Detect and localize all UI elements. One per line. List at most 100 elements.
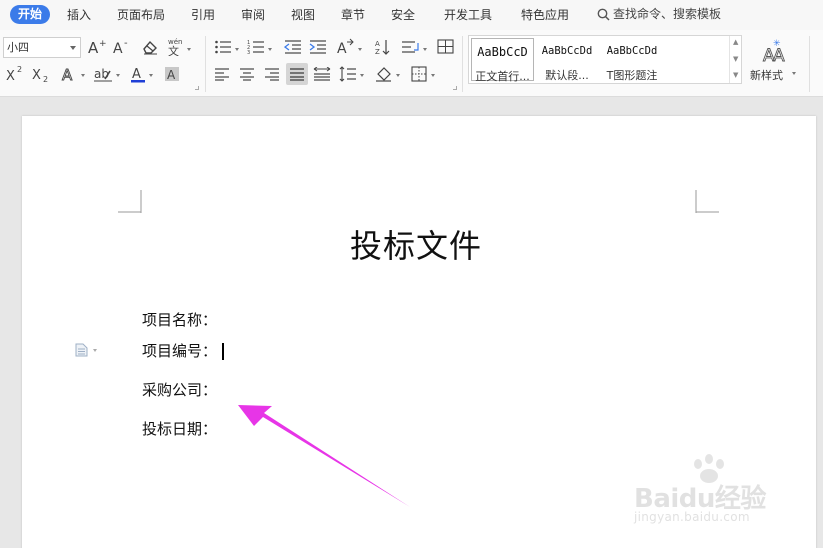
ribbon-toolbar: 小四 A + A- wén 文 X2 X2 A ab A A 123 A A Z… — [0, 30, 823, 97]
decrease-font-button[interactable]: A- — [112, 37, 132, 57]
distributed-align-icon — [313, 67, 331, 81]
chevron-down-icon — [149, 74, 153, 77]
svg-text:A: A — [132, 67, 141, 82]
tab-references[interactable]: 引用 — [191, 7, 215, 23]
text-cursor — [222, 343, 224, 360]
font-size-value: 小四 — [7, 41, 29, 54]
decrease-indent-button[interactable] — [283, 37, 303, 57]
align-left-icon — [215, 68, 229, 81]
style-figure-caption[interactable]: AaBbCcDd T图形题注 — [600, 38, 664, 82]
baidu-watermark: Baidu经验 jingyan.baidu.com — [632, 454, 802, 530]
subscript-button[interactable]: X2 — [31, 64, 51, 84]
chinese-layout-button[interactable]: A — [336, 37, 356, 57]
style-sample: AaBbCcD — [477, 45, 528, 59]
chevron-down-icon — [360, 74, 364, 77]
align-center-button[interactable] — [237, 64, 257, 84]
svg-text:2: 2 — [17, 65, 22, 74]
bid-date-line[interactable]: 投标日期： — [142, 418, 217, 439]
tab-security[interactable]: 安全 — [391, 7, 415, 23]
project-number-line[interactable]: 项目编号： — [142, 340, 217, 361]
tab-page-layout[interactable]: 页面布局 — [117, 7, 165, 23]
purchasing-company-line[interactable]: 采购公司： — [142, 379, 217, 400]
chevron-down-icon — [431, 74, 435, 77]
chevron-down-icon — [187, 48, 191, 51]
chevron-down-icon — [70, 46, 76, 50]
watermark-url: jingyan.baidu.com — [634, 510, 750, 524]
new-style-button[interactable]: A A ✳ 新样式 — [750, 38, 800, 88]
line-spacing-icon — [339, 66, 356, 82]
style-default-paragraph[interactable]: AaBbCcDd 默认段... — [535, 38, 599, 82]
font-color-button[interactable]: A — [128, 64, 148, 84]
text-effect-button[interactable]: A — [59, 64, 79, 84]
chevron-down-icon[interactable]: ▼ — [733, 55, 738, 63]
style-name: T图形题注 — [606, 69, 658, 82]
sort-button[interactable]: AZ — [373, 37, 393, 57]
justify-button[interactable] — [286, 63, 308, 85]
svg-text:A: A — [337, 41, 347, 56]
ribbon-separator — [205, 36, 206, 92]
align-right-button[interactable] — [262, 64, 282, 84]
subscript-icon: X2 — [32, 68, 48, 83]
numbered-list-button[interactable]: 123 — [246, 37, 266, 57]
paragraph-marks-icon — [402, 41, 419, 53]
tab-developer[interactable]: 开发工具 — [444, 7, 492, 23]
style-name: 默认段... — [545, 69, 589, 82]
search-icon — [597, 8, 610, 21]
svg-text:A: A — [113, 41, 123, 56]
tab-special-apps[interactable]: 特色应用 — [521, 7, 569, 23]
distributed-align-button[interactable] — [312, 64, 332, 84]
align-right-icon — [265, 68, 279, 81]
align-left-button[interactable] — [212, 64, 232, 84]
svg-text:A: A — [375, 40, 380, 48]
superscript-icon: X2 — [6, 65, 22, 83]
phonetic-guide-button[interactable]: wén 文 — [166, 37, 186, 57]
chevron-down-icon — [396, 74, 400, 77]
style-body-first-indent[interactable]: AaBbCcD 正文首行... — [471, 38, 534, 83]
paragraph-group-launcher[interactable] — [453, 86, 457, 90]
highlight-button[interactable]: ab — [93, 64, 113, 84]
styles-scrollbar[interactable]: ▲ ▼ ▼ — [729, 36, 741, 83]
search-label: 查找命令、搜索模板 — [613, 7, 722, 21]
table-style-button[interactable] — [436, 37, 456, 57]
chevron-down-icon — [358, 48, 362, 51]
line-spacing-button[interactable] — [338, 64, 358, 84]
font-color-icon: A — [131, 67, 145, 83]
indent-icon — [309, 40, 326, 54]
border-icon — [411, 66, 427, 82]
outdent-icon — [284, 40, 301, 54]
chinese-layout-icon: A — [337, 38, 354, 56]
tab-review[interactable]: 审阅 — [241, 7, 265, 23]
command-search[interactable]: 查找命令、搜索模板 — [597, 6, 721, 23]
text-effect-icon: A — [62, 66, 74, 83]
project-name-line[interactable]: 项目名称： — [142, 309, 217, 330]
paragraph-handle[interactable] — [75, 343, 97, 357]
bullet-list-button[interactable] — [213, 37, 233, 57]
svg-text:2: 2 — [43, 75, 48, 83]
tab-insert[interactable]: 插入 — [67, 7, 91, 23]
svg-text:+: + — [99, 39, 107, 49]
document-title[interactable]: 投标文件 — [350, 221, 482, 267]
phonetic-guide-icon: wén文 — [168, 38, 182, 56]
tab-view[interactable]: 视图 — [291, 7, 315, 23]
increase-font-button[interactable]: A + — [87, 37, 107, 57]
svg-text:✳: ✳ — [773, 39, 781, 49]
font-size-select[interactable]: 小四 — [3, 37, 81, 58]
font-shrink-icon: A- — [113, 38, 128, 56]
superscript-button[interactable]: X2 — [5, 64, 25, 84]
increase-indent-button[interactable] — [308, 37, 328, 57]
tab-chapter[interactable]: 章节 — [341, 7, 365, 23]
eraser-icon — [143, 40, 157, 55]
more-styles-icon[interactable]: ▼ — [733, 71, 738, 79]
paragraph-shading-button[interactable] — [374, 64, 394, 84]
char-shading-button[interactable]: A — [162, 64, 182, 84]
font-group-launcher[interactable] — [195, 86, 199, 90]
svg-text:-: - — [124, 38, 128, 49]
svg-text:Z: Z — [375, 48, 380, 56]
clear-format-button[interactable] — [140, 37, 160, 57]
show-marks-button[interactable] — [401, 37, 421, 57]
chevron-up-icon[interactable]: ▲ — [733, 38, 738, 46]
borders-button[interactable] — [409, 64, 429, 84]
align-justify-icon — [290, 68, 304, 81]
styles-gallery: AaBbCcD 正文首行... AaBbCcDd 默认段... AaBbCcDd… — [468, 35, 742, 84]
tab-home[interactable]: 开始 — [10, 5, 51, 24]
